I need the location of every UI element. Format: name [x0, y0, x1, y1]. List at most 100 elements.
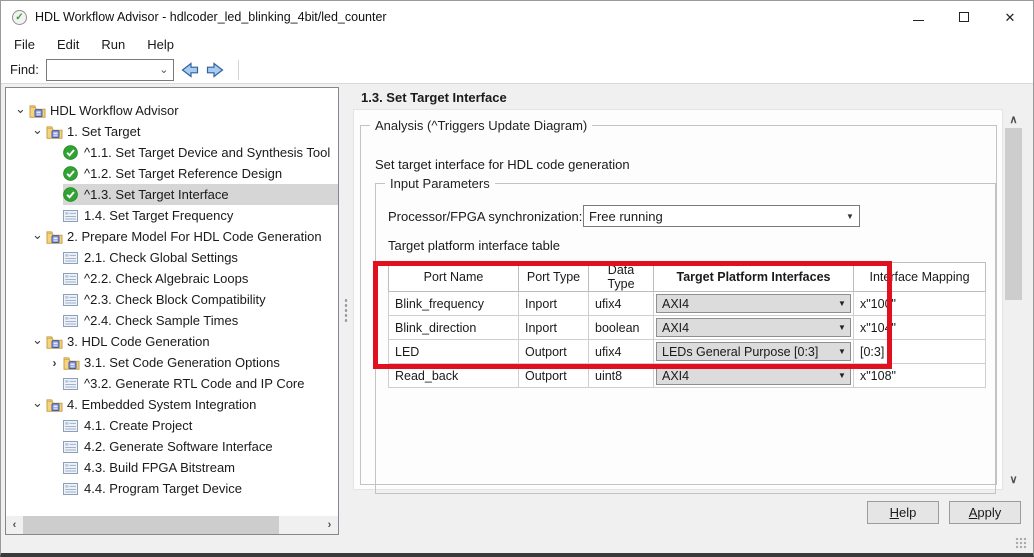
- tree-item-check-sample-times[interactable]: ^2.4. Check Sample Times: [6, 310, 338, 331]
- tree-item-set-target-interface[interactable]: ^1.3. Set Target Interface: [6, 184, 338, 205]
- window-title: HDL Workflow Advisor - hdlcoder_led_blin…: [35, 10, 387, 24]
- input-parameters-label: Input Parameters: [385, 176, 495, 191]
- scrollbar-track[interactable]: [1005, 128, 1022, 471]
- tree-item-generate-software-interface[interactable]: 4.2. Generate Software Interface: [6, 436, 338, 457]
- tree-item-hdl-code-generation[interactable]: ⌄ 3. HDL Code Generation: [6, 331, 338, 352]
- chevron-down-icon[interactable]: ⌄: [29, 395, 46, 411]
- table-header-row: Port Name Port Type Data Type Target Pla…: [388, 262, 986, 292]
- interface-dropdown[interactable]: AXI4 ▼: [656, 366, 851, 385]
- dropdown-value: LEDs General Purpose [0:3]: [662, 344, 819, 359]
- scroll-left-icon[interactable]: ‹: [6, 516, 23, 534]
- chevron-down-icon[interactable]: ▼: [834, 299, 850, 308]
- help-button[interactable]: Help: [867, 501, 939, 524]
- chevron-down-icon[interactable]: ⌄: [29, 332, 46, 348]
- menu-help[interactable]: Help: [136, 34, 185, 55]
- chevron-down-icon[interactable]: ▼: [834, 347, 850, 356]
- task-content-area: Analysis (^Triggers Update Diagram) Set …: [353, 109, 1003, 494]
- table-row: LED Outport ufix4 LEDs General Purpose […: [388, 339, 986, 364]
- port-type-cell: Outport: [525, 344, 567, 359]
- table-row: Blink_frequency Inport ufix4 AXI4 ▼ x"100…: [388, 291, 986, 316]
- minimize-button[interactable]: [895, 1, 941, 33]
- tree-item-hdl-workflow-advisor[interactable]: ⌄ HDL Workflow Advisor: [6, 100, 338, 121]
- panel-splitter[interactable]: [339, 87, 353, 535]
- find-combobox[interactable]: ⌄: [45, 58, 174, 81]
- menu-run[interactable]: Run: [90, 34, 136, 55]
- task-icon: [63, 251, 82, 264]
- tree-item-build-fpga-bitstream[interactable]: 4.3. Build FPGA Bitstream: [6, 457, 338, 478]
- scrollbar-thumb[interactable]: [23, 516, 279, 534]
- tree-item-set-code-generation-options[interactable]: › 3.1. Set Code Generation Options: [6, 352, 338, 373]
- chevron-down-icon[interactable]: ⌄: [12, 101, 29, 117]
- tree-item-set-target-reference-design[interactable]: ^1.2. Set Target Reference Design: [6, 163, 338, 184]
- tree-item-prepare-model[interactable]: ⌄ 2. Prepare Model For HDL Code Generati…: [6, 226, 338, 247]
- scroll-down-icon[interactable]: ∨: [1005, 471, 1022, 488]
- chevron-down-icon[interactable]: ⌄: [29, 122, 46, 138]
- tree-item-generate-rtl-code[interactable]: ^3.2. Generate RTL Code and IP Core: [6, 373, 338, 394]
- tree-item-set-target[interactable]: ⌄ 1. Set Target: [6, 121, 338, 142]
- interface-mapping-cell: [0:3]: [860, 344, 885, 359]
- chevron-down-icon[interactable]: ▼: [834, 323, 850, 332]
- chevron-down-icon[interactable]: ▼: [841, 212, 859, 221]
- chevron-right-icon[interactable]: ›: [46, 356, 63, 370]
- chevron-down-icon[interactable]: ▼: [834, 371, 850, 380]
- scroll-right-icon[interactable]: ›: [321, 516, 338, 534]
- hdl-workflow-advisor-window: ✓ HDL Workflow Advisor - hdlcoder_led_bl…: [0, 0, 1034, 557]
- tree-item-check-algebraic-loops[interactable]: ^2.2. Check Algebraic Loops: [6, 268, 338, 289]
- tree-item-label: 1.4. Set Target Frequency: [84, 208, 234, 223]
- find-toolbar: Find: ⌄: [1, 56, 1033, 84]
- menu-edit[interactable]: Edit: [46, 34, 90, 55]
- tree-item-set-target-device[interactable]: ^1.1. Set Target Device and Synthesis To…: [6, 142, 338, 163]
- combo-dropdown-icon[interactable]: ⌄: [155, 63, 173, 76]
- find-input[interactable]: [46, 60, 155, 79]
- interface-table-label: Target platform interface table: [388, 238, 560, 253]
- find-next-button[interactable]: [204, 59, 228, 81]
- task-icon: [63, 440, 82, 453]
- sync-label: Processor/FPGA synchronization:: [388, 209, 583, 224]
- content-vertical-scrollbar[interactable]: ∧ ∨: [1005, 111, 1022, 488]
- dropdown-value: AXI4: [662, 320, 690, 335]
- port-name-cell: Read_back: [395, 368, 459, 383]
- processor-fpga-sync-dropdown[interactable]: Free running ▼: [583, 205, 860, 227]
- scrollbar-track[interactable]: [23, 516, 321, 534]
- task-icon: [63, 314, 82, 327]
- tree-item-program-target-device[interactable]: 4.4. Program Target Device: [6, 478, 338, 499]
- scrollbar-thumb[interactable]: [1005, 128, 1022, 300]
- folder-icon: [46, 125, 65, 139]
- col-data-type: Data Type: [588, 262, 654, 292]
- dropdown-value: Free running: [589, 208, 663, 224]
- interface-mapping-cell: x"100": [860, 296, 896, 311]
- data-type-cell: ufix4: [595, 296, 622, 311]
- tree-item-label: 1. Set Target: [67, 124, 141, 139]
- tree-item-embedded-system-integration[interactable]: ⌄ 4. Embedded System Integration: [6, 394, 338, 415]
- apply-button-label: Apply: [968, 505, 1002, 520]
- tree-item-set-target-frequency[interactable]: 1.4. Set Target Frequency: [6, 205, 338, 226]
- interface-dropdown[interactable]: LEDs General Purpose [0:3] ▼: [656, 342, 851, 361]
- table-row: Read_back Outport uint8 AXI4 ▼ x"108": [388, 363, 986, 388]
- col-port-type: Port Type: [518, 262, 589, 292]
- table-row: Blink_direction Inport boolean AXI4 ▼ x"1…: [388, 315, 986, 340]
- resize-grip[interactable]: [1015, 537, 1027, 549]
- folder-icon: [63, 356, 82, 370]
- chevron-down-icon[interactable]: ⌄: [29, 227, 46, 243]
- interface-dropdown[interactable]: AXI4 ▼: [656, 294, 851, 313]
- close-button[interactable]: ✕: [987, 1, 1033, 33]
- tree-item-create-project[interactable]: 4.1. Create Project: [6, 415, 338, 436]
- task-icon: [63, 419, 82, 432]
- apply-button[interactable]: Apply: [949, 501, 1021, 524]
- task-icon: [63, 482, 82, 495]
- data-type-cell: uint8: [595, 368, 623, 383]
- port-name-cell: Blink_frequency: [395, 296, 484, 311]
- menu-file[interactable]: File: [3, 34, 46, 55]
- scroll-up-icon[interactable]: ∧: [1005, 111, 1022, 128]
- tree-item-check-global-settings[interactable]: 2.1. Check Global Settings: [6, 247, 338, 268]
- find-previous-button[interactable]: [177, 59, 201, 81]
- data-type-cell: ufix4: [595, 344, 622, 359]
- port-type-cell: Outport: [525, 368, 567, 383]
- tree-item-label: 4. Embedded System Integration: [67, 397, 257, 412]
- interface-dropdown[interactable]: AXI4 ▼: [656, 318, 851, 337]
- tree-horizontal-scrollbar[interactable]: ‹ ›: [6, 516, 338, 534]
- tree-item-label: ^1.1. Set Target Device and Synthesis To…: [84, 145, 331, 160]
- tree-item-check-block-compatibility[interactable]: ^2.3. Check Block Compatibility: [6, 289, 338, 310]
- maximize-button[interactable]: [941, 1, 987, 33]
- analysis-groupbox: Analysis (^Triggers Update Diagram) Set …: [360, 118, 997, 494]
